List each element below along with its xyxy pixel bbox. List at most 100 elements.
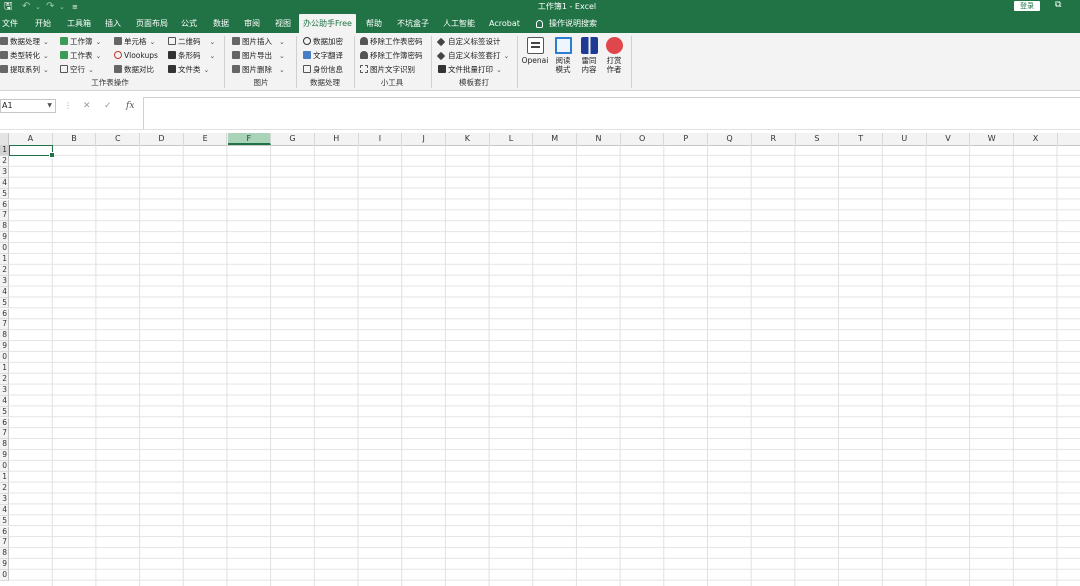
- column-header-a[interactable]: A: [9, 133, 53, 145]
- picture-delete-button[interactable]: 图片删除 ⌄: [232, 64, 285, 76]
- workbook-button[interactable]: 工作簿 ⌄: [60, 36, 101, 48]
- row-header[interactable]: 3: [0, 275, 9, 287]
- openai-button[interactable]: Openai: [521, 37, 549, 65]
- row-header[interactable]: 8: [0, 221, 9, 233]
- tab-view[interactable]: 视图: [275, 14, 291, 33]
- name-box[interactable]: A1 ▼: [0, 99, 56, 113]
- picture-export-button[interactable]: 图片导出 ⌄: [232, 50, 285, 62]
- tab-formulas[interactable]: 公式: [181, 14, 197, 33]
- login-button[interactable]: 登录: [1014, 1, 1040, 11]
- extract-series-button[interactable]: 提取系列 ⌄: [0, 64, 49, 76]
- column-header-c[interactable]: C: [96, 133, 141, 145]
- type-convert-button[interactable]: 类型转化 ⌄: [0, 50, 49, 62]
- tab-file[interactable]: 文件: [2, 14, 18, 33]
- row-header[interactable]: 9: [0, 559, 9, 571]
- id-info-button[interactable]: 身份信息: [303, 64, 343, 76]
- column-header-t[interactable]: T: [839, 133, 883, 145]
- duplicate-content-button[interactable]: 雷同 内容: [575, 37, 603, 74]
- enter-icon[interactable]: ✓: [104, 100, 112, 112]
- row-header[interactable]: 8: [0, 439, 9, 451]
- column-header-o[interactable]: O: [621, 133, 665, 145]
- custom-label-design-button[interactable]: 自定义标签设计: [436, 36, 501, 48]
- vlookups-button[interactable]: Vlookups: [114, 50, 158, 62]
- blank-row-button[interactable]: 空行 ⌄: [60, 64, 94, 76]
- column-header-v[interactable]: V: [927, 133, 971, 145]
- row-header[interactable]: 1: [0, 145, 9, 156]
- column-header-x[interactable]: X: [1014, 133, 1058, 145]
- reading-mode-button[interactable]: 阅读 模式: [549, 37, 577, 74]
- file-class-button[interactable]: 文件类 ⌄: [168, 64, 209, 76]
- tab-ai[interactable]: 人工智能: [443, 14, 475, 33]
- row-header[interactable]: 7: [0, 319, 9, 331]
- row-header[interactable]: 4: [0, 177, 9, 189]
- name-box-dropdown-icon[interactable]: ▼: [47, 100, 52, 112]
- row-header[interactable]: 3: [0, 493, 9, 505]
- row-header[interactable]: 1: [0, 472, 9, 483]
- row-header[interactable]: 8: [0, 548, 9, 560]
- data-compare-button[interactable]: 数据对比: [114, 64, 154, 76]
- tell-me-search[interactable]: 操作说明搜索: [536, 14, 597, 33]
- text-translate-button[interactable]: 文字翻译: [303, 50, 343, 62]
- cell-button[interactable]: 单元格 ⌄: [114, 36, 155, 48]
- row-header[interactable]: 1: [0, 254, 9, 265]
- column-header-l[interactable]: L: [490, 133, 534, 145]
- column-header-f[interactable]: F: [227, 133, 272, 145]
- row-header[interactable]: 7: [0, 428, 9, 440]
- row-header[interactable]: 4: [0, 286, 9, 298]
- qrcode-button[interactable]: 二维码 ⌄: [168, 36, 215, 48]
- row-header[interactable]: 2: [0, 373, 9, 385]
- column-header-p[interactable]: P: [665, 133, 709, 145]
- row-header[interactable]: 6: [0, 308, 9, 320]
- row-header[interactable]: 6: [0, 199, 9, 211]
- picture-insert-button[interactable]: 图片插入 ⌄: [232, 36, 285, 48]
- selected-cell-a1[interactable]: [9, 145, 55, 158]
- tab-help[interactable]: 帮助: [366, 14, 382, 33]
- select-all-corner[interactable]: [0, 133, 9, 145]
- column-header-d[interactable]: D: [140, 133, 184, 145]
- insert-function-icon[interactable]: fx: [126, 100, 134, 112]
- row-header[interactable]: 5: [0, 297, 9, 309]
- tab-office-assistant[interactable]: 办公助手Free: [299, 14, 356, 33]
- tab-bukeng-box[interactable]: 不坑盒子: [397, 14, 429, 33]
- column-header-b[interactable]: B: [53, 133, 97, 145]
- custom-label-print-button[interactable]: 自定义标签套打 ⌄: [436, 50, 509, 62]
- batch-print-button[interactable]: 文件批量打印 ⌄: [438, 64, 502, 76]
- row-header[interactable]: 9: [0, 232, 9, 244]
- row-header[interactable]: 4: [0, 504, 9, 516]
- column-header-n[interactable]: N: [577, 133, 621, 145]
- column-header-q[interactable]: Q: [708, 133, 752, 145]
- worksheet-button[interactable]: 工作表 ⌄: [60, 50, 101, 62]
- row-header[interactable]: 5: [0, 188, 9, 200]
- column-header-g[interactable]: G: [271, 133, 315, 145]
- cancel-icon[interactable]: ✕: [83, 100, 91, 112]
- row-header[interactable]: 7: [0, 537, 9, 549]
- row-header[interactable]: 4: [0, 395, 9, 407]
- tab-home[interactable]: 开始: [35, 14, 51, 33]
- image-ocr-button[interactable]: 图片文字识别: [360, 64, 415, 76]
- row-header[interactable]: 6: [0, 526, 9, 538]
- barcode-button[interactable]: 条形码 ⌄: [168, 50, 215, 62]
- column-header-u[interactable]: U: [883, 133, 927, 145]
- remove-sheet-password-button[interactable]: 移除工作表密码: [360, 36, 423, 48]
- tip-author-button[interactable]: 打赏 作者: [600, 37, 628, 74]
- row-header[interactable]: 0: [0, 570, 9, 581]
- row-header[interactable]: 3: [0, 384, 9, 396]
- tab-toolbox[interactable]: 工具箱: [67, 14, 91, 33]
- row-header[interactable]: 0: [0, 352, 9, 363]
- formula-bar-grip-icon[interactable]: ⋮: [64, 100, 72, 112]
- row-header[interactable]: 7: [0, 210, 9, 222]
- data-encrypt-button[interactable]: 数据加密: [303, 36, 343, 48]
- row-header[interactable]: 0: [0, 461, 9, 472]
- column-header-r[interactable]: R: [752, 133, 796, 145]
- row-header[interactable]: 2: [0, 155, 9, 167]
- row-header[interactable]: 1: [0, 363, 9, 374]
- column-header-s[interactable]: S: [796, 133, 840, 145]
- column-header-k[interactable]: K: [446, 133, 490, 145]
- column-header-w[interactable]: W: [970, 133, 1015, 145]
- remove-workbook-password-button[interactable]: 移除工作簿密码: [360, 50, 423, 62]
- tab-page-layout[interactable]: 页面布局: [136, 14, 168, 33]
- row-header[interactable]: 2: [0, 264, 9, 276]
- row-header[interactable]: 5: [0, 515, 9, 527]
- cell-area[interactable]: [9, 145, 1080, 586]
- tab-review[interactable]: 审阅: [244, 14, 260, 33]
